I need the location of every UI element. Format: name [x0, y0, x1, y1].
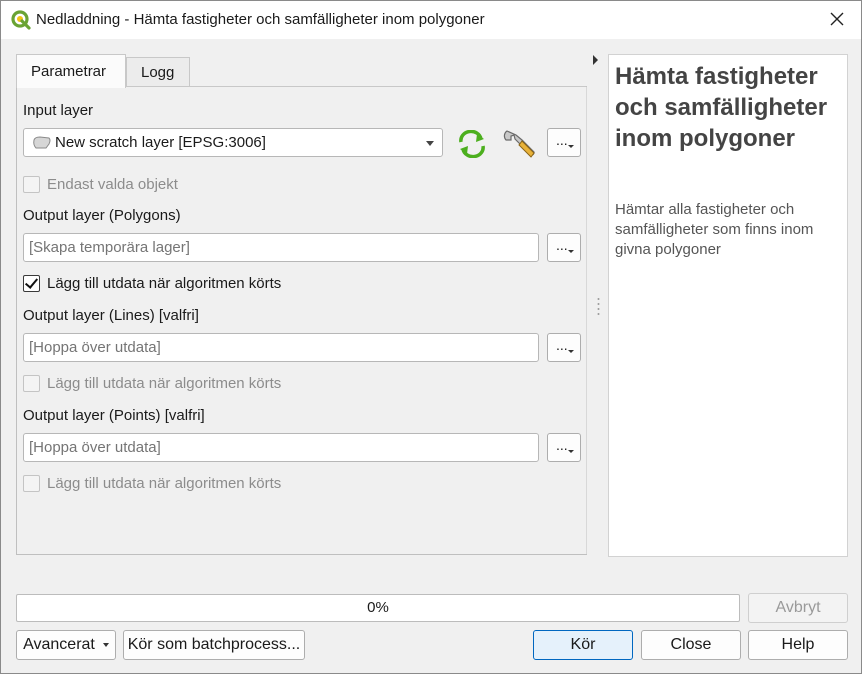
output-polygons-input[interactable]: [23, 233, 539, 262]
output-lines-more-button[interactable]: ...: [547, 333, 581, 362]
help-button[interactable]: Help: [748, 630, 848, 660]
output-polygons-label: Output layer (Polygons): [23, 207, 181, 224]
checkbox-box[interactable]: [23, 475, 40, 492]
chevron-down-icon: [102, 642, 109, 647]
more-label: ...: [556, 237, 568, 253]
batch-process-button[interactable]: Kör som batchprocess...: [123, 630, 305, 660]
advanced-label: Avancerat: [23, 636, 95, 653]
cancel-button[interactable]: Avbryt: [748, 593, 848, 623]
progress-text: 0%: [367, 599, 389, 616]
dialog-window: Nedladdning - Hämta fastigheter och samf…: [0, 0, 862, 674]
input-layer-more-button[interactable]: ...: [547, 128, 581, 157]
input-layer-combo[interactable]: New scratch layer [EPSG:3006]: [23, 128, 443, 157]
splitter-handle[interactable]: [597, 297, 600, 317]
window-title: Nedladdning - Hämta fastigheter och samf…: [36, 11, 485, 28]
panel-scroll-edge: [586, 87, 587, 554]
add-output-polygons-checkbox[interactable]: Lägg till utdata när algoritmen körts: [23, 275, 281, 292]
output-lines-input[interactable]: [23, 333, 539, 362]
more-label: ...: [556, 132, 568, 148]
parameters-panel: Input layer New scratch layer [EPSG:3006…: [16, 86, 587, 555]
add-output-points-checkbox[interactable]: Lägg till utdata när algoritmen körts: [23, 475, 281, 492]
help-description: Hämtar alla fastigheter och samfällighet…: [615, 201, 814, 258]
help-title: Hämta fastigheter och samfälligheter ino…: [615, 63, 828, 152]
checkbox-box[interactable]: [23, 176, 40, 193]
wrench-icon[interactable]: [501, 127, 537, 161]
output-polygons-more-button[interactable]: ...: [547, 233, 581, 262]
output-points-input[interactable]: [23, 433, 539, 462]
add-output-points-label: Lägg till utdata när algoritmen körts: [47, 475, 282, 492]
checkbox-box[interactable]: [23, 275, 40, 292]
add-output-lines-checkbox[interactable]: Lägg till utdata när algoritmen körts: [23, 375, 281, 392]
collapse-arrow-icon[interactable]: [593, 55, 598, 65]
advanced-button[interactable]: Avancerat: [16, 630, 116, 660]
output-points-more-button[interactable]: ...: [547, 433, 581, 462]
output-lines-label: Output layer (Lines) [valfri]: [23, 307, 199, 324]
add-output-lines-label: Lägg till utdata när algoritmen körts: [47, 375, 282, 392]
tab-logg[interactable]: Logg: [126, 57, 190, 87]
more-label: ...: [556, 437, 568, 453]
close-button[interactable]: Close: [641, 630, 741, 660]
add-output-polygons-label: Lägg till utdata när algoritmen körts: [47, 275, 282, 292]
title-bar: Nedladdning - Hämta fastigheter och samf…: [1, 1, 861, 39]
progress-bar: 0%: [16, 594, 740, 622]
chevron-down-icon: [426, 141, 434, 146]
iterate-icon[interactable]: [455, 130, 489, 158]
selected-only-label: Endast valda objekt: [47, 176, 178, 193]
polygon-layer-icon: [33, 136, 51, 149]
checkbox-box[interactable]: [23, 375, 40, 392]
tab-parametrar[interactable]: Parametrar: [16, 54, 126, 88]
more-label: ...: [556, 337, 568, 353]
selected-only-checkbox[interactable]: Endast valda objekt: [23, 176, 178, 193]
close-icon[interactable]: [827, 9, 847, 29]
output-points-label: Output layer (Points) [valfri]: [23, 407, 205, 424]
help-panel: Hämta fastigheter och samfälligheter ino…: [608, 54, 848, 557]
qgis-logo-icon: [11, 10, 31, 30]
run-button[interactable]: Kör: [533, 630, 633, 660]
input-layer-label: Input layer: [23, 102, 94, 119]
input-layer-value: New scratch layer [EPSG:3006]: [55, 134, 266, 151]
